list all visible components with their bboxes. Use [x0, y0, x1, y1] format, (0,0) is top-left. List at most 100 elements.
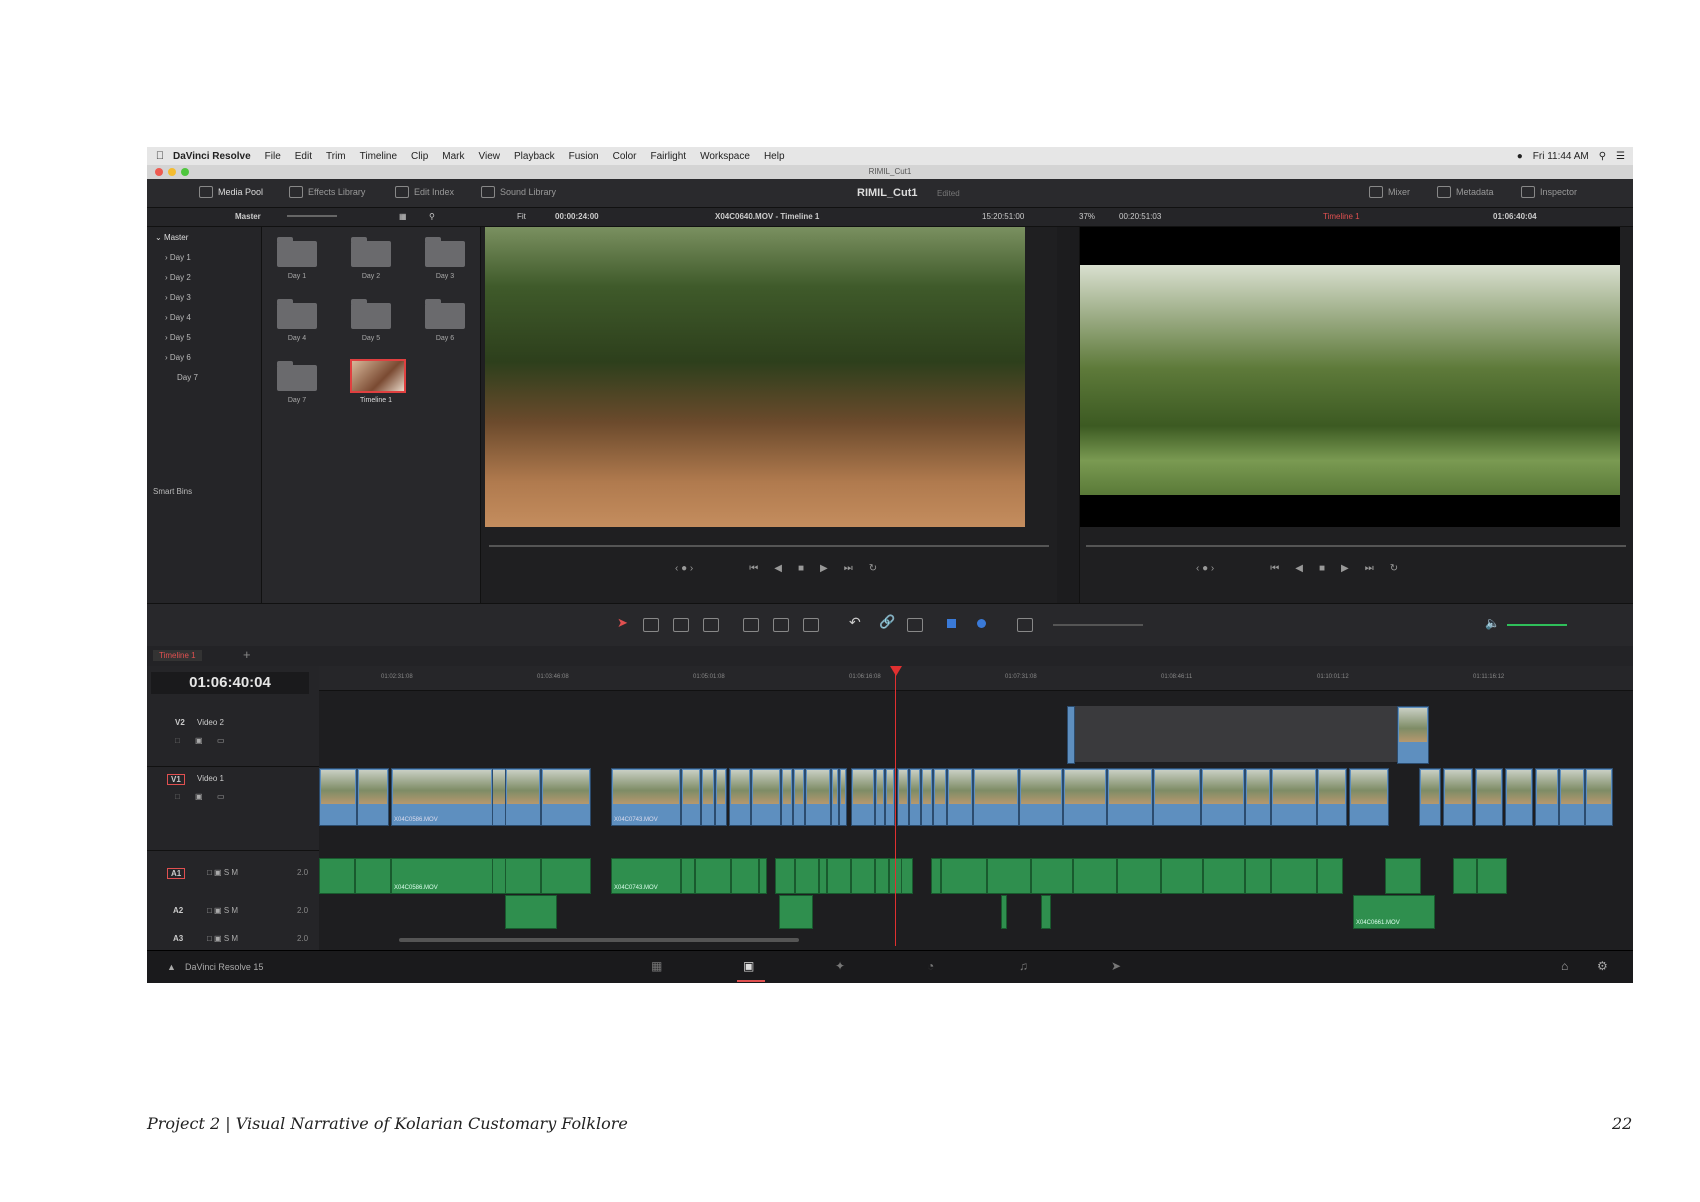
- gear-icon[interactable]: ⚙: [1597, 959, 1608, 973]
- video-clip[interactable]: [839, 768, 847, 826]
- video-clip[interactable]: [831, 768, 839, 826]
- menu-workspace[interactable]: Workspace: [700, 151, 750, 162]
- zoom-window-button[interactable]: [181, 168, 189, 176]
- fit-selector[interactable]: Fit: [517, 212, 526, 221]
- lock-icon[interactable]: □: [175, 792, 180, 801]
- video-clip[interactable]: [973, 768, 1019, 826]
- play-reverse-icon[interactable]: ◀: [1295, 563, 1303, 574]
- edit-page-icon[interactable]: ▣: [743, 959, 754, 973]
- audio-clip[interactable]: [1477, 858, 1507, 894]
- skip-forward-icon[interactable]: ⏭: [1365, 563, 1374, 574]
- overwrite-clip-icon[interactable]: [773, 618, 789, 632]
- folder-icon[interactable]: [277, 299, 317, 329]
- selection-tool-icon[interactable]: ➤: [617, 615, 628, 631]
- timeline-timecode[interactable]: 01:06:40:04: [151, 672, 309, 694]
- track-name[interactable]: Video 2: [197, 718, 224, 727]
- video-clip[interactable]: [505, 768, 541, 826]
- audio-clip[interactable]: [779, 895, 813, 929]
- video-clip[interactable]: [1067, 706, 1075, 764]
- audio-clip[interactable]: [875, 858, 889, 894]
- lock-icon[interactable]: [907, 618, 923, 632]
- audio-clip[interactable]: [1031, 858, 1073, 894]
- blade-tool-icon[interactable]: [673, 618, 689, 632]
- audio-clip[interactable]: [827, 858, 851, 894]
- color-page-icon[interactable]: ◔: [927, 959, 934, 973]
- timeline-frame[interactable]: [1080, 265, 1620, 495]
- skip-back-icon[interactable]: ⏮: [749, 563, 758, 574]
- zoom-level[interactable]: 37%: [1079, 212, 1095, 221]
- wifi-icon[interactable]: ●: [1517, 151, 1523, 162]
- audio-clip[interactable]: [775, 858, 795, 894]
- lock-icon[interactable]: □: [175, 736, 180, 745]
- menu-app-name[interactable]: DaVinci Resolve: [173, 151, 251, 162]
- audio-clip[interactable]: [931, 858, 941, 894]
- video-clip[interactable]: [1443, 768, 1473, 826]
- audio-clip[interactable]: [505, 858, 541, 894]
- track-id[interactable]: A2: [173, 906, 183, 915]
- jog-icon[interactable]: ‹ ● ›: [675, 563, 693, 574]
- video-clip[interactable]: [1559, 768, 1585, 826]
- close-window-button[interactable]: [155, 168, 163, 176]
- track-id[interactable]: V2: [175, 718, 185, 727]
- video-clip[interactable]: [947, 768, 973, 826]
- spotlight-icon[interactable]: ⚲: [1599, 151, 1606, 162]
- video-clip[interactable]: [541, 768, 591, 826]
- video-clip[interactable]: [897, 768, 909, 826]
- audio-clip[interactable]: [759, 858, 767, 894]
- auto-select-icon[interactable]: ▣: [195, 792, 203, 801]
- sound-library-button[interactable]: Sound Library: [481, 186, 556, 198]
- folder-icon[interactable]: [277, 237, 317, 267]
- track-controls-icon[interactable]: □ ▣ S M: [207, 934, 238, 943]
- bin-selector[interactable]: Master: [235, 212, 261, 221]
- video-clip[interactable]: [781, 768, 793, 826]
- thumbnail-size-slider[interactable]: [287, 215, 337, 217]
- audio-clip[interactable]: [541, 858, 591, 894]
- audio-clip[interactable]: [851, 858, 875, 894]
- audio-clip[interactable]: [987, 858, 1031, 894]
- skip-back-icon[interactable]: ⏮: [1270, 563, 1279, 574]
- video-clip[interactable]: [1349, 768, 1389, 826]
- auto-select-icon[interactable]: ▣: [195, 736, 203, 745]
- play-icon[interactable]: ▶: [820, 563, 828, 574]
- video-clip[interactable]: [701, 768, 715, 826]
- video-clip[interactable]: [1019, 768, 1063, 826]
- stop-icon[interactable]: ■: [1319, 563, 1325, 574]
- video-clip[interactable]: [1397, 706, 1429, 764]
- track-controls-icon[interactable]: □ ▣ S M: [207, 906, 238, 915]
- source-frame[interactable]: [485, 227, 1025, 527]
- deliver-page-icon[interactable]: ➤: [1111, 959, 1121, 973]
- video-clip[interactable]: [1505, 768, 1533, 826]
- audio-clip[interactable]: [1073, 858, 1117, 894]
- source-scrub-bar[interactable]: [489, 545, 1049, 547]
- menu-trim[interactable]: Trim: [326, 151, 346, 162]
- audio-clip[interactable]: [355, 858, 391, 894]
- audio-clip[interactable]: [1385, 858, 1421, 894]
- playhead-handle[interactable]: [890, 666, 902, 676]
- video-clip[interactable]: [1271, 768, 1317, 826]
- video-clip[interactable]: X04C0586.MOV: [391, 768, 493, 826]
- video-clip[interactable]: [681, 768, 701, 826]
- menu-fairlight[interactable]: Fairlight: [651, 151, 687, 162]
- timeline-scrollbar[interactable]: [399, 938, 799, 942]
- video-clip[interactable]: [805, 768, 831, 826]
- apple-icon[interactable]: : [147, 150, 173, 162]
- track-name[interactable]: Video 1: [197, 774, 224, 783]
- video-clip[interactable]: [921, 768, 933, 826]
- fairlight-page-icon[interactable]: ♫: [1019, 959, 1028, 973]
- video-clip[interactable]: [1107, 768, 1153, 826]
- audio-clip[interactable]: [1117, 858, 1161, 894]
- menu-color[interactable]: Color: [613, 151, 637, 162]
- menu-file[interactable]: File: [265, 151, 281, 162]
- audio-clip[interactable]: X04C0586.MOV: [391, 858, 493, 894]
- edit-index-button[interactable]: Edit Index: [395, 186, 454, 198]
- home-icon[interactable]: ⌂: [1561, 959, 1568, 973]
- media-page-icon[interactable]: ▦: [651, 959, 662, 973]
- loop-icon[interactable]: ↻: [1390, 563, 1398, 574]
- audio-clip[interactable]: [795, 858, 819, 894]
- timeline-zoom-slider[interactable]: [1053, 624, 1143, 626]
- timeline-tab[interactable]: Timeline 1: [153, 650, 202, 661]
- metadata-button[interactable]: Metadata: [1437, 186, 1494, 198]
- audio-clip[interactable]: [1271, 858, 1317, 894]
- audio-clip[interactable]: [1317, 858, 1343, 894]
- loop-icon[interactable]: ↻: [869, 563, 877, 574]
